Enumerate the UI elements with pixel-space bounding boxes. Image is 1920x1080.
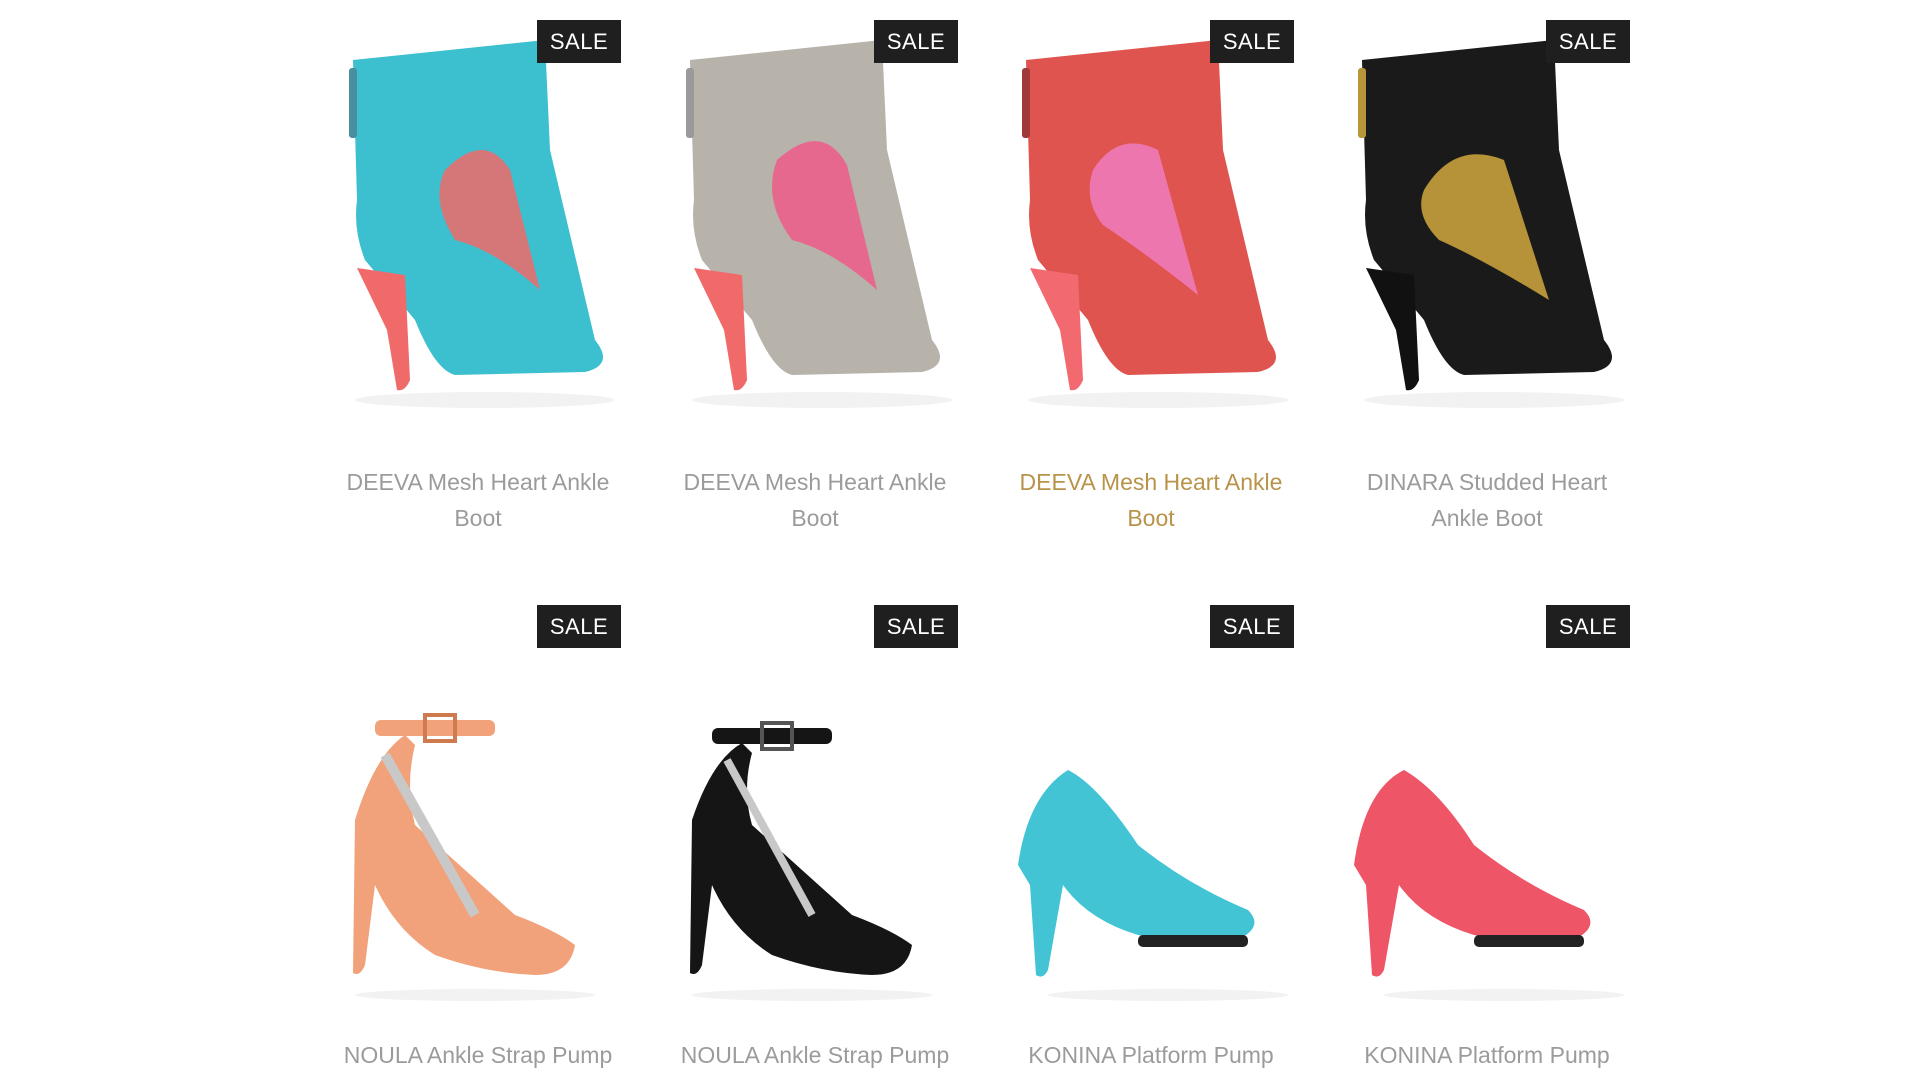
sale-badge: SALE (537, 605, 621, 648)
product-card[interactable]: SALE DEEVA Mesh Heart Ankle Boot (335, 0, 621, 536)
product-image[interactable]: SALE (1008, 0, 1294, 416)
product-title[interactable]: NOULA Ankle Strap Pump (335, 1037, 621, 1073)
sale-badge: SALE (874, 20, 958, 63)
product-title[interactable]: NOULA Ankle Strap Pump (672, 1037, 958, 1073)
product-image[interactable]: SALE (1344, 0, 1630, 416)
product-image[interactable]: SALE (1344, 585, 1630, 1001)
product-image[interactable]: SALE (335, 585, 621, 1001)
product-card[interactable]: SALE DEEVA Mesh Heart Ankle Boot (1008, 0, 1294, 536)
product-title[interactable]: DINARA Studded Heart Ankle Boot (1344, 464, 1630, 536)
product-image[interactable]: SALE (1008, 585, 1294, 1001)
product-card[interactable]: SALE KONINA Platform Pump (1008, 585, 1294, 1073)
product-card[interactable]: SALE NOULA Ankle Strap Pump (672, 585, 958, 1073)
product-title[interactable]: DEEVA Mesh Heart Ankle Boot (1008, 464, 1294, 536)
product-card[interactable]: SALE KONINA Platform Pump (1344, 585, 1630, 1073)
product-card[interactable]: SALE NOULA Ankle Strap Pump (335, 585, 621, 1073)
sale-badge: SALE (874, 605, 958, 648)
product-title[interactable]: DEEVA Mesh Heart Ankle Boot (672, 464, 958, 536)
product-card[interactable]: SALE DEEVA Mesh Heart Ankle Boot (672, 0, 958, 536)
product-grid: SALE DEEVA Mesh Heart Ankle Boot SALE DE… (0, 0, 1920, 1080)
product-title[interactable]: KONINA Platform Pump (1008, 1037, 1294, 1073)
product-image[interactable]: SALE (335, 0, 621, 416)
product-title[interactable]: KONINA Platform Pump (1344, 1037, 1630, 1073)
product-card[interactable]: SALE DINARA Studded Heart Ankle Boot (1344, 0, 1630, 536)
sale-badge: SALE (1546, 20, 1630, 63)
product-image[interactable]: SALE (672, 585, 958, 1001)
sale-badge: SALE (1546, 605, 1630, 648)
sale-badge: SALE (1210, 605, 1294, 648)
sale-badge: SALE (537, 20, 621, 63)
sale-badge: SALE (1210, 20, 1294, 63)
product-image[interactable]: SALE (672, 0, 958, 416)
product-title[interactable]: DEEVA Mesh Heart Ankle Boot (335, 464, 621, 536)
